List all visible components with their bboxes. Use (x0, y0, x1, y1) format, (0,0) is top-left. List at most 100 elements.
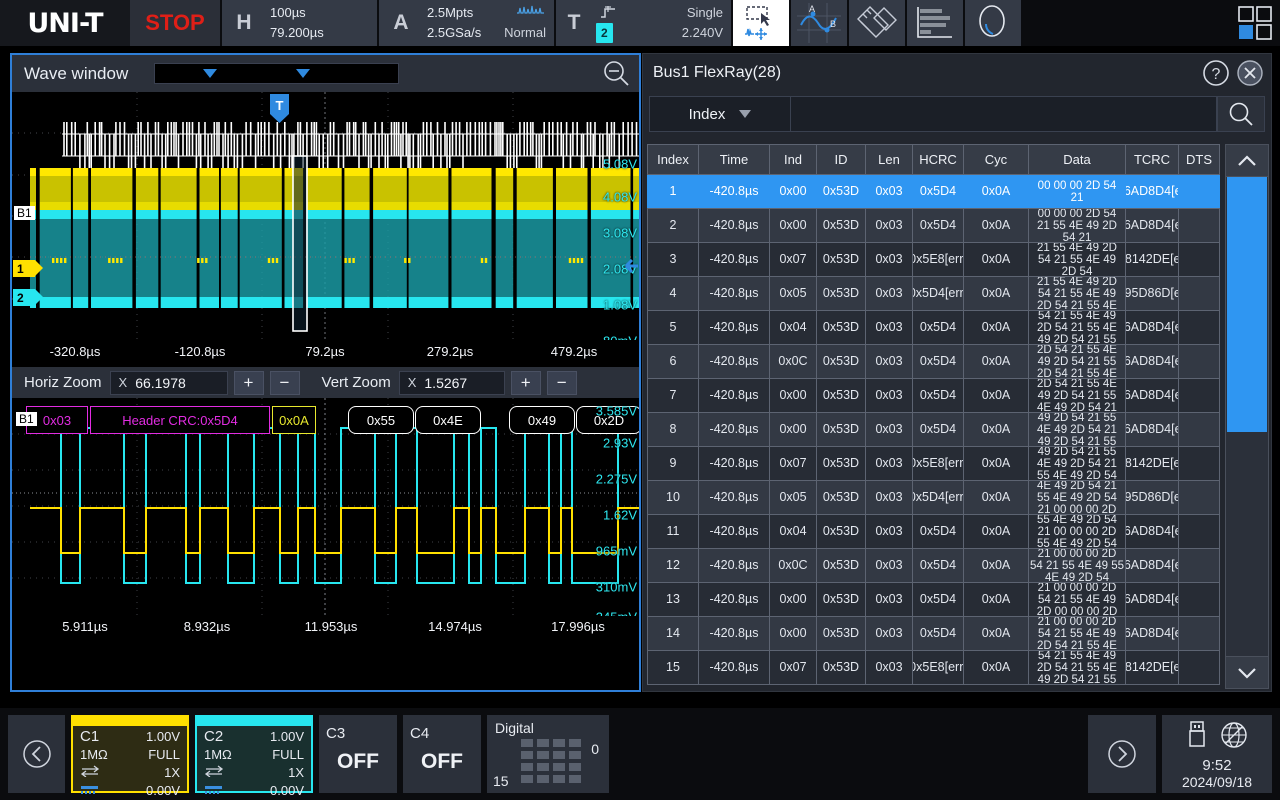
table-column-header[interactable]: Index (647, 144, 699, 175)
table-row[interactable]: 3-420.8µs0x070x53D0x030x5E8[err]0x0A21 5… (647, 243, 1225, 277)
channel-card-c3[interactable]: C3 OFF (319, 715, 397, 793)
channel-name: C3 (326, 725, 390, 742)
digital-channel-cell[interactable] (569, 751, 581, 759)
table-row[interactable]: 2-420.8µs0x000x53D0x030x5D40x0A00 00 00 … (647, 209, 1225, 243)
scrollbar-track[interactable] (1225, 177, 1269, 656)
table-column-header[interactable]: Time (698, 144, 770, 175)
table-cell-time: -420.8µs (698, 276, 770, 311)
decode-packet[interactable]: 0x49 (509, 406, 575, 434)
table-row[interactable]: 10-420.8µs0x050x53D0x030x5D4[err]0x0A4E … (647, 481, 1225, 515)
channel-marker-1[interactable]: 1 (13, 260, 35, 277)
vert-zoom-value-field[interactable]: X 1.5267 (399, 371, 505, 395)
table-column-header[interactable]: Ind (769, 144, 817, 175)
table-header-row: IndexTimeIndIDLenHCRCCycDataTCRCDTS (647, 144, 1225, 175)
acquire-settings[interactable]: A 2.5Mpts 2.5GSa/s Normal (379, 0, 554, 46)
ruler-icon[interactable] (849, 0, 905, 46)
table-column-header[interactable]: DTS (1178, 144, 1220, 175)
digital-channel-cell[interactable] (521, 739, 533, 747)
digital-channel-cell[interactable] (569, 775, 581, 783)
digital-channel-cell[interactable] (521, 775, 533, 783)
table-row[interactable]: 7-420.8µs0x000x53D0x030x5D40x0A2D 54 21 … (647, 379, 1225, 413)
table-row[interactable]: 15-420.8µs0x070x53D0x030x5E8[err]0x0A54 … (647, 651, 1225, 685)
network-icon[interactable] (1220, 721, 1248, 754)
digital-channel-cell[interactable] (537, 775, 549, 783)
vert-zoom-decrease-button[interactable]: − (547, 371, 577, 395)
digital-channel-cell[interactable] (521, 763, 533, 771)
digital-card[interactable]: Digital 0 15 (487, 715, 609, 793)
table-column-header[interactable]: Len (865, 144, 913, 175)
wave-window-range-slider[interactable] (154, 63, 399, 84)
decode-packet[interactable]: Header CRC:0x5D4 (90, 406, 270, 434)
horizontal-key-label: H (222, 0, 266, 46)
table-row[interactable]: 12-420.8µs0x0C0x53D0x030x5D40x0A21 00 00… (647, 549, 1225, 583)
scrollbar-thumb[interactable] (1227, 177, 1267, 432)
bar-measure-icon[interactable] (907, 0, 963, 46)
chevron-down-icon[interactable] (1225, 656, 1269, 689)
vert-zoom-increase-button[interactable]: + (511, 371, 541, 395)
digital-channel-cell[interactable] (569, 763, 581, 771)
zoom-out-icon[interactable] (599, 60, 633, 88)
digital-channel-cell[interactable] (553, 739, 565, 747)
usb-icon[interactable] (1186, 720, 1208, 755)
chevron-up-icon[interactable] (1225, 144, 1269, 177)
table-row[interactable]: 8-420.8µs0x000x53D0x030x5D40x0A49 2D 54 … (647, 413, 1225, 447)
table-column-header[interactable]: TCRC (1125, 144, 1179, 175)
table-row[interactable]: 1-420.8µs0x000x53D0x030x5D40x0A00 00 00 … (647, 175, 1225, 209)
ab-cursor-icon[interactable]: A B (791, 0, 847, 46)
table-column-header[interactable]: ID (816, 144, 866, 175)
table-row[interactable]: 13-420.8µs0x000x53D0x030x5D40x0A21 00 00… (647, 583, 1225, 617)
upper-voltage-label: 5.08V (603, 157, 637, 172)
digital-channel-cell[interactable] (521, 751, 533, 759)
upper-waveform-plot[interactable]: T B1 1 2 5.08V 4.08V 3.08V 2.08V 1.08V 8… (12, 92, 639, 340)
table-row[interactable]: 14-420.8µs0x000x53D0x030x5D40x0A21 00 00… (647, 617, 1225, 651)
lower-waveform-plot[interactable]: B1 0x03 Header CRC:0x5D4 0x0A 0x55 0x4E … (12, 398, 639, 616)
table-row[interactable]: 11-420.8µs0x040x53D0x030x5D40x0A55 4E 49… (647, 515, 1225, 549)
filter-field-select[interactable]: Index (649, 96, 791, 132)
run-stop-button[interactable]: STOP (130, 0, 220, 46)
close-icon[interactable] (1235, 58, 1265, 88)
chevron-right-icon[interactable] (1088, 715, 1156, 793)
trigger-level: 2.240V (682, 23, 723, 43)
search-icon[interactable] (1217, 96, 1265, 132)
digital-channel-cell[interactable] (537, 763, 549, 771)
digital-channel-cell[interactable] (569, 739, 581, 747)
filter-search-input[interactable] (791, 96, 1217, 132)
chevron-left-icon[interactable] (8, 715, 65, 793)
digital-channel-cell[interactable] (553, 751, 565, 759)
decode-packet[interactable]: 0x55 (348, 406, 414, 434)
horiz-zoom-value-field[interactable]: X 66.1978 (110, 371, 228, 395)
select-measure-icon[interactable] (733, 0, 789, 46)
table-cell-cyc: 0x0A (963, 310, 1029, 345)
help-icon[interactable]: ? (1201, 58, 1231, 88)
table-row[interactable]: 5-420.8µs0x040x53D0x030x5D40x0A54 21 55 … (647, 311, 1225, 345)
chevron-down-icon[interactable] (296, 69, 310, 78)
table-row[interactable]: 6-420.8µs0x0C0x53D0x030x5D40x0A2D 54 21 … (647, 345, 1225, 379)
horiz-zoom-decrease-button[interactable]: − (270, 371, 300, 395)
decode-packet[interactable]: 0x4E (415, 406, 481, 434)
table-cell-index: 3 (647, 242, 699, 277)
channel-card-c1[interactable]: C1 1.00V 1MΩ FULL 1X 0.00V (71, 715, 189, 793)
decode-packet[interactable]: 0x0A (272, 406, 316, 434)
digital-channel-cell[interactable] (553, 763, 565, 771)
table-column-header[interactable]: Cyc (963, 144, 1029, 175)
digital-channel-cell[interactable] (537, 751, 549, 759)
trigger-settings[interactable]: T Single 2 2.240V (556, 0, 731, 46)
channel-marker-2[interactable]: 2 (13, 289, 35, 306)
layout-grid-icon[interactable] (1230, 0, 1280, 46)
table-body[interactable]: 1-420.8µs0x000x53D0x030x5D40x0A00 00 00 … (647, 175, 1225, 689)
magnifier-icon[interactable] (965, 0, 1021, 46)
table-row[interactable]: 4-420.8µs0x050x53D0x030x5D4[err]0x0A21 5… (647, 277, 1225, 311)
digital-channel-cell[interactable] (537, 739, 549, 747)
channel-card-c2[interactable]: C2 1.00V 1MΩ FULL 1X 0.00V (195, 715, 313, 793)
horizontal-settings[interactable]: H 100µs 79.200µs (222, 0, 377, 46)
status-clock-box[interactable]: 9:52 2024/09/18 (1162, 715, 1272, 793)
channel-card-c4[interactable]: C4 OFF (403, 715, 481, 793)
table-column-header[interactable]: HCRC (912, 144, 964, 175)
digital-channel-cell[interactable] (553, 775, 565, 783)
chevron-down-icon[interactable] (203, 69, 217, 78)
table-cell-hcrc: 0x5E8[err] (912, 650, 964, 685)
table-scrollbar[interactable] (1225, 144, 1269, 689)
table-column-header[interactable]: Data (1028, 144, 1126, 175)
horiz-zoom-increase-button[interactable]: + (234, 371, 264, 395)
table-row[interactable]: 9-420.8µs0x070x53D0x030x5E8[err]0x0A49 2… (647, 447, 1225, 481)
